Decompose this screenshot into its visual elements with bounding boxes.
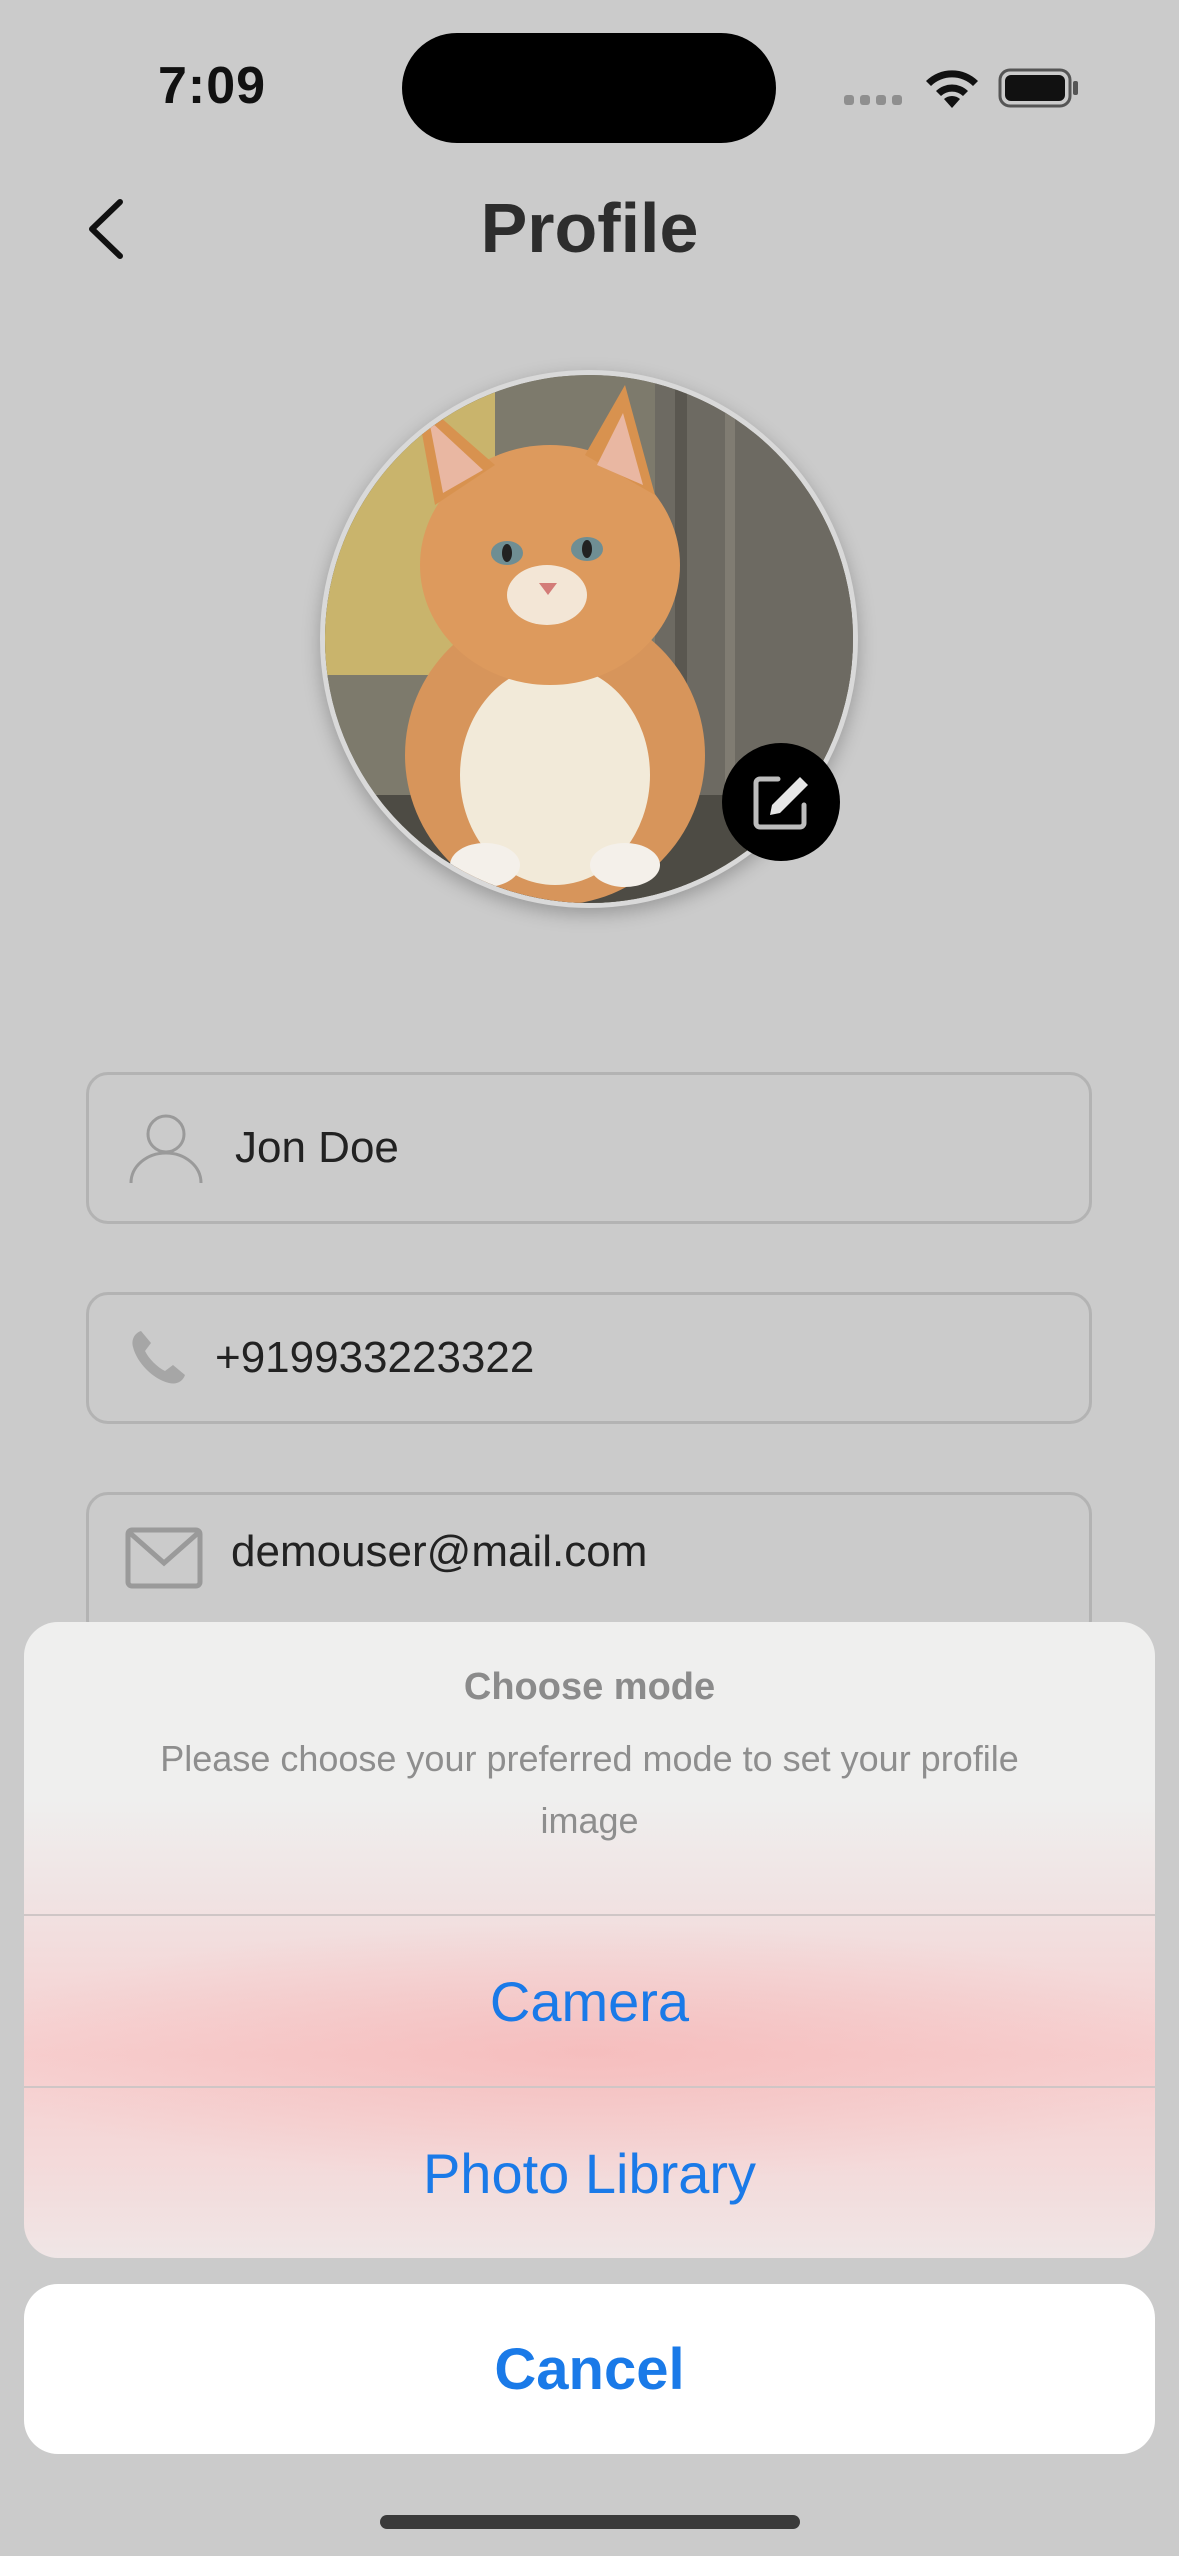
dynamic-island (402, 33, 776, 143)
phone-field[interactable]: +919933223322 (86, 1292, 1092, 1424)
cellular-signal-icon (844, 95, 902, 105)
battery-icon (998, 68, 1078, 108)
home-indicator[interactable] (380, 2515, 800, 2529)
name-field[interactable]: Jon Doe (86, 1072, 1092, 1224)
wifi-icon (926, 70, 978, 108)
email-value: demouser@mail.com (231, 1527, 648, 1576)
mail-icon (125, 1527, 203, 1589)
cancel-button[interactable]: Cancel (24, 2284, 1155, 2454)
email-field[interactable]: demouser@mail.com (86, 1492, 1092, 1642)
name-value: Jon Doe (235, 1123, 399, 1172)
action-sheet: Choose mode Please choose your preferred… (24, 1622, 1155, 2258)
person-icon (129, 1114, 203, 1184)
status-time: 7:09 (158, 57, 267, 115)
action-sheet-title: Choose mode (463, 1666, 716, 1708)
action-sheet-message: Please choose your preferred mode to set… (160, 1738, 1019, 1841)
phone-icon (132, 1331, 185, 1384)
phone-value: +919933223322 (215, 1333, 535, 1382)
photo-library-button[interactable]: Photo Library (24, 2088, 1155, 2258)
camera-button[interactable]: Camera (24, 1916, 1155, 2086)
edit-avatar-button[interactable] (722, 743, 840, 861)
page-title: Profile (480, 189, 699, 267)
edit-square-icon (753, 776, 808, 830)
